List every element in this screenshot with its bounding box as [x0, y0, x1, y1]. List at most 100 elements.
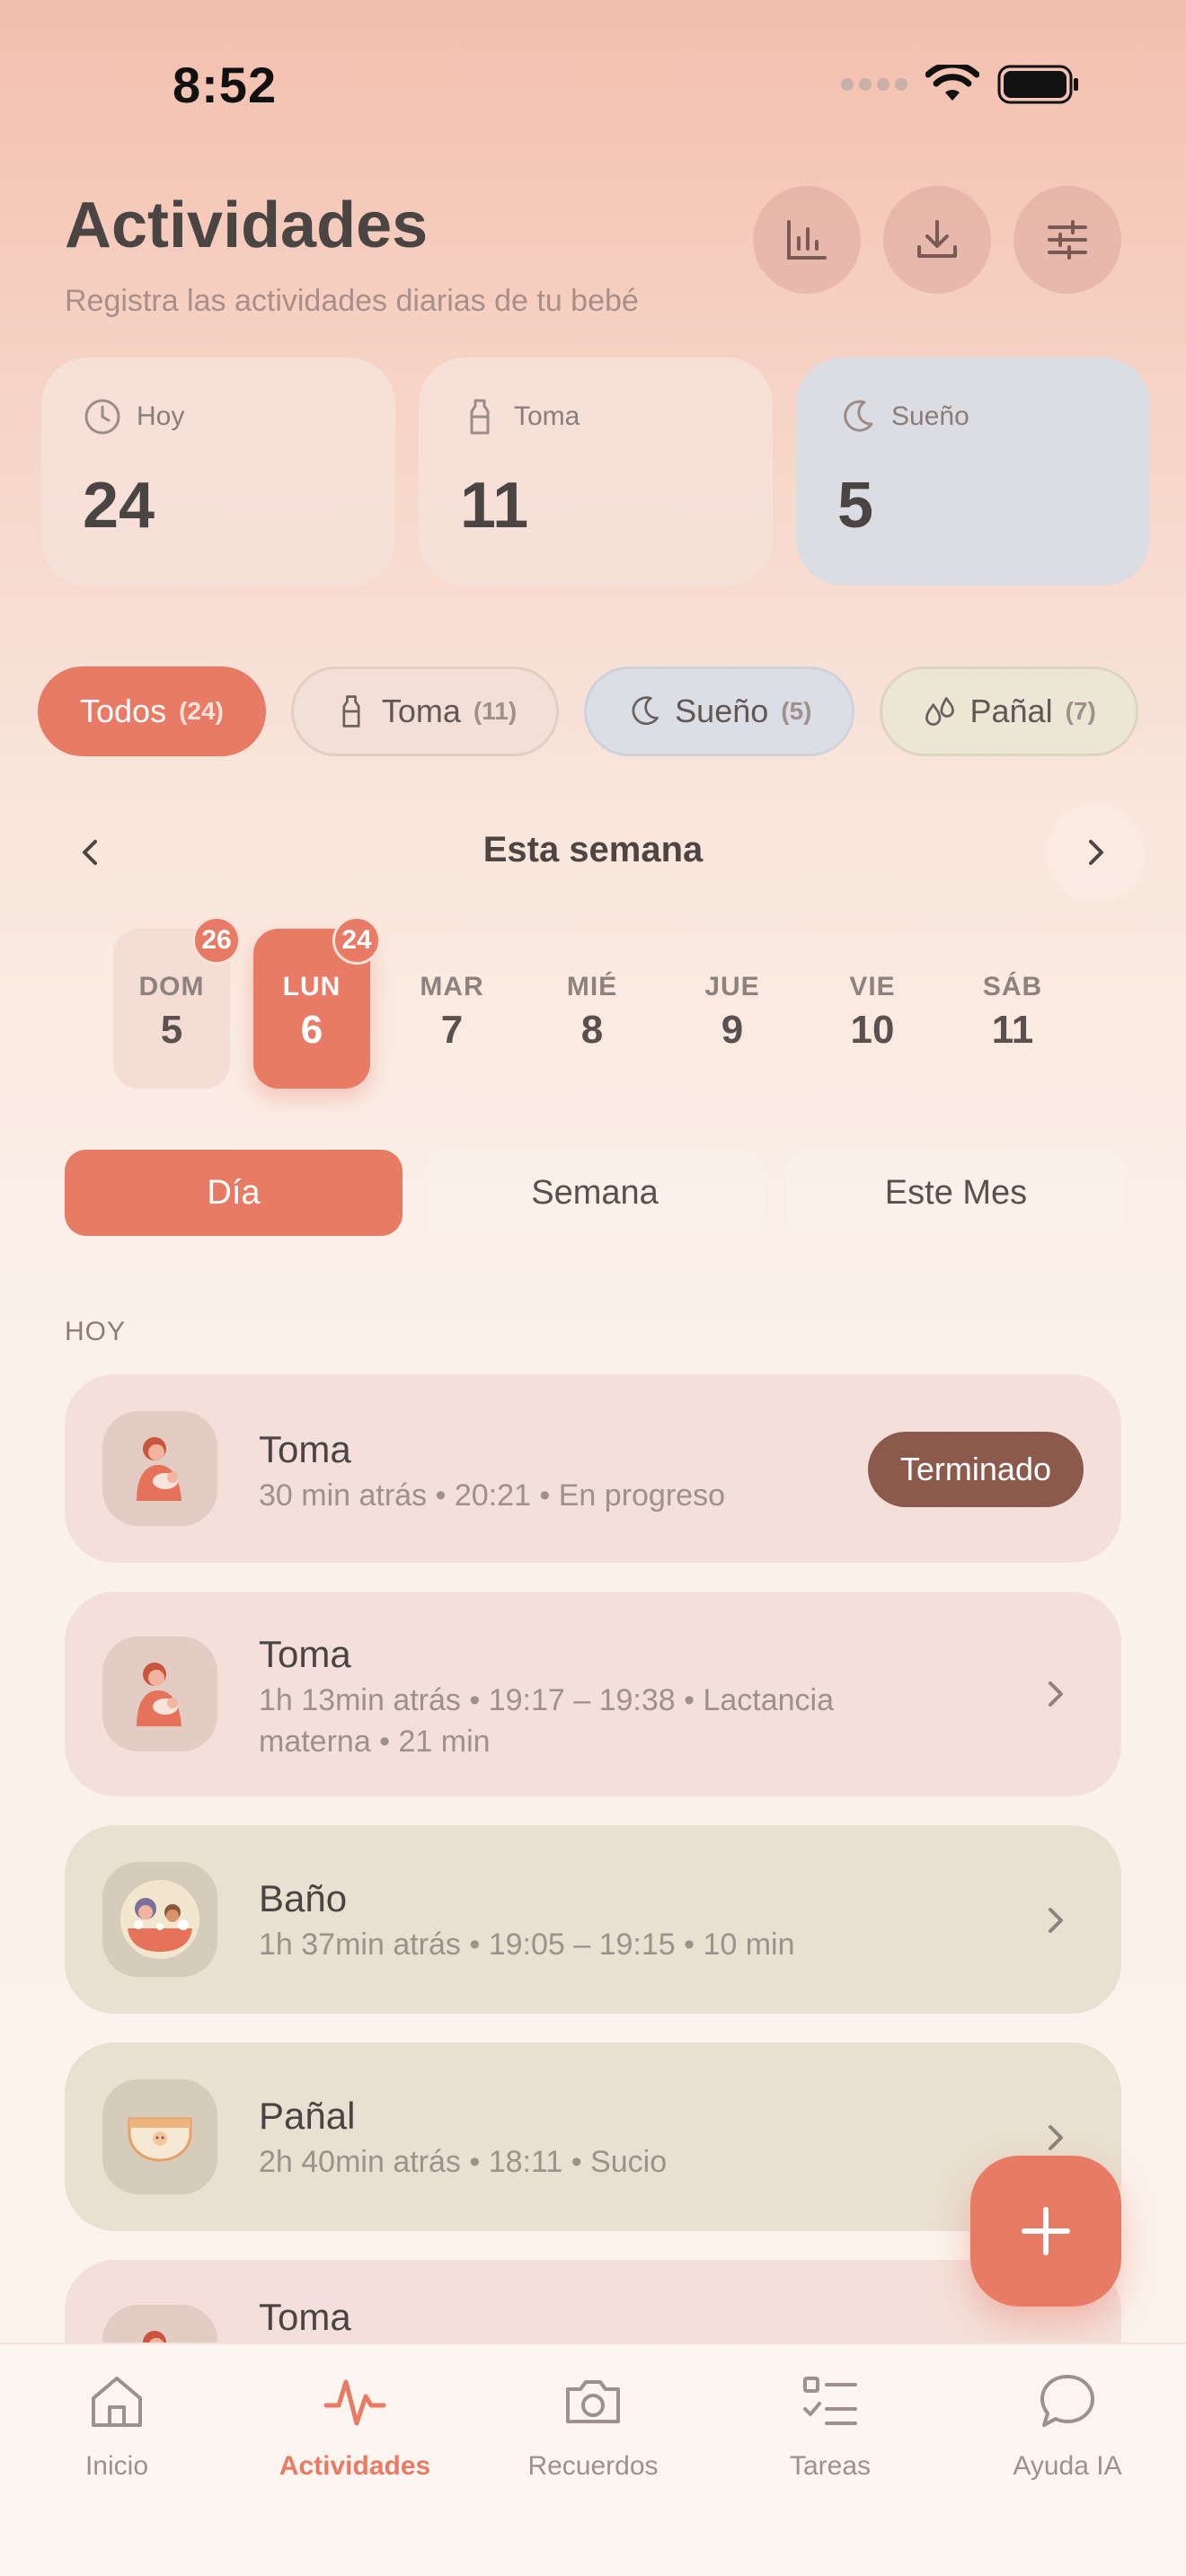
chevron-right-icon	[1049, 1908, 1063, 1933]
tab-tasks[interactable]: Tareas	[731, 2369, 929, 2482]
day-monday[interactable]: 24 LUN 6	[253, 916, 381, 1089]
day-name: SÁB	[982, 972, 1043, 1001]
finish-button[interactable]: Terminado	[867, 1432, 1084, 1507]
stat-label: Hoy	[137, 401, 185, 431]
activity-item-bath[interactable]: Baño 1h 37min atrás • 19:05 – 19:15 • 10…	[65, 1825, 1121, 2014]
page-subtitle: Registra las actividades diarias de tu b…	[65, 284, 639, 318]
week-label: Esta semana	[482, 830, 704, 869]
filter-chip-sleep[interactable]: Sueño (5)	[584, 666, 854, 756]
add-activity-button[interactable]	[970, 2156, 1121, 2307]
tab-label: Tareas	[789, 2451, 872, 2481]
day-number: 5	[160, 1008, 183, 1052]
section-label-today: HOY	[65, 1317, 127, 1346]
tab-activities[interactable]: Actividades	[256, 2369, 454, 2482]
filter-settings-button[interactable]	[1013, 186, 1121, 294]
battery-icon	[997, 65, 1078, 104]
range-tabs: Día Semana Este Mes	[65, 1150, 1125, 1236]
activity-title: Toma	[259, 1428, 351, 1470]
wifi-icon	[925, 65, 979, 101]
diaper-illustration-icon	[128, 2117, 192, 2162]
activity-title: Baño	[259, 1877, 348, 1919]
stat-cards: Hoy 24 Toma 11 Sueño 5	[41, 357, 1150, 586]
bath-illustration-icon	[120, 1880, 199, 1959]
day-number: 7	[440, 1008, 464, 1052]
day-sunday[interactable]: 26 DOM 5	[113, 916, 241, 1089]
chevron-right-icon	[1049, 1681, 1063, 1707]
tab-home[interactable]: Inicio	[18, 2369, 216, 2482]
chip-label: Sueño	[675, 693, 769, 729]
day-count-badge: 24	[332, 916, 381, 965]
activity-thumbnail	[102, 1636, 217, 1751]
stat-value: 5	[837, 470, 874, 542]
breastfeeding-illustration-icon	[137, 1663, 181, 1726]
day-number: 11	[991, 1008, 1034, 1052]
activity-item-feeding-active[interactable]: Toma 30 min atrás • 20:21 • En progreso …	[65, 1374, 1121, 1563]
activity-subtitle: 1h 37min atrás • 19:05 – 19:15 • 10 min	[259, 1928, 795, 1962]
stat-card-feeding: Toma 11	[419, 357, 773, 586]
filter-chip-diaper[interactable]: Pañal (7)	[879, 666, 1138, 756]
stat-value: 11	[460, 470, 529, 542]
tab-label: Ayuda IA	[1013, 2451, 1122, 2481]
stat-label: Toma	[514, 401, 580, 431]
droplets-icon	[925, 697, 954, 726]
tab-day[interactable]: Día	[65, 1150, 403, 1236]
day-name: MIÉ	[566, 972, 618, 1001]
chevron-right-icon	[1089, 840, 1103, 865]
statistics-button[interactable]	[753, 186, 861, 294]
bottle-icon	[342, 695, 360, 728]
activity-item-diaper[interactable]: Pañal 2h 40min atrás • 18:11 • Sucio	[65, 2042, 1121, 2231]
chevron-right-icon	[1049, 2125, 1063, 2150]
activity-title: Toma	[259, 1633, 351, 1675]
tab-ai-help[interactable]: Ayuda IA	[969, 2369, 1166, 2482]
page-title: Actividades	[65, 190, 429, 261]
breastfeeding-illustration-icon	[137, 1437, 181, 1501]
bar-chart-icon	[787, 220, 827, 260]
day-friday[interactable]: VIE 10	[814, 929, 931, 1089]
day-number: 8	[580, 1008, 604, 1052]
plus-icon	[1022, 2207, 1070, 2255]
header-actions	[753, 186, 1121, 294]
moon-icon	[844, 400, 873, 432]
filter-chip-all[interactable]: Todos (24)	[38, 666, 266, 756]
day-name: VIE	[849, 972, 896, 1001]
activity-thumbnail	[102, 1411, 217, 1526]
camera-icon	[566, 2380, 620, 2423]
day-thursday[interactable]: JUE 9	[674, 929, 791, 1089]
tab-memories[interactable]: Recuerdos	[494, 2369, 692, 2482]
week-days: 26 DOM 5 24 LUN 6 MAR 7 MIÉ 8 JUE 9 VIE …	[113, 916, 1084, 1090]
bottom-tab-bar: Inicio Actividades Recuerdos Tareas Ayud…	[0, 2342, 1186, 2576]
cellular-signal-icon	[841, 78, 907, 91]
tab-week[interactable]: Semana	[426, 1150, 764, 1236]
chip-count: (11)	[473, 697, 518, 725]
next-week-button[interactable]	[1046, 803, 1145, 902]
download-button[interactable]	[883, 186, 991, 294]
filter-chip-feeding[interactable]: Toma (11)	[290, 666, 560, 756]
download-icon	[917, 220, 957, 258]
day-name: LUN	[282, 972, 341, 1001]
day-number: 6	[300, 1008, 323, 1052]
stat-label: Sueño	[891, 401, 969, 431]
stat-card-sleep: Sueño 5	[796, 357, 1150, 586]
day-wednesday[interactable]: MIÉ 8	[534, 929, 651, 1089]
activity-thumbnail	[102, 2079, 217, 2194]
status-time: 8:52	[173, 57, 278, 113]
bottle-icon	[470, 399, 490, 435]
home-icon	[92, 2377, 142, 2427]
day-name: DOM	[138, 972, 205, 1001]
activity-title: Toma	[259, 2296, 351, 2338]
tab-month[interactable]: Este Mes	[787, 1150, 1125, 1236]
stat-card-today: Hoy 24	[41, 357, 395, 586]
tab-label: Recuerdos	[527, 2451, 659, 2481]
day-tuesday[interactable]: MAR 7	[394, 929, 510, 1089]
day-saturday[interactable]: SÁB 11	[954, 929, 1071, 1089]
chip-label: Pañal	[969, 693, 1053, 729]
chip-label: Toma	[381, 693, 461, 729]
activity-thumbnail	[102, 1862, 217, 1977]
chip-label: Todos	[80, 693, 167, 729]
status-icons	[841, 65, 1080, 104]
page-header: Actividades Registra las actividades dia…	[65, 189, 639, 319]
activity-item-feeding[interactable]: Toma 1h 13min atrás • 19:17 – 19:38 • La…	[65, 1592, 1121, 1796]
chip-count: (24)	[179, 697, 224, 725]
tab-label: Inicio	[84, 2451, 149, 2481]
moon-icon	[632, 696, 659, 726]
